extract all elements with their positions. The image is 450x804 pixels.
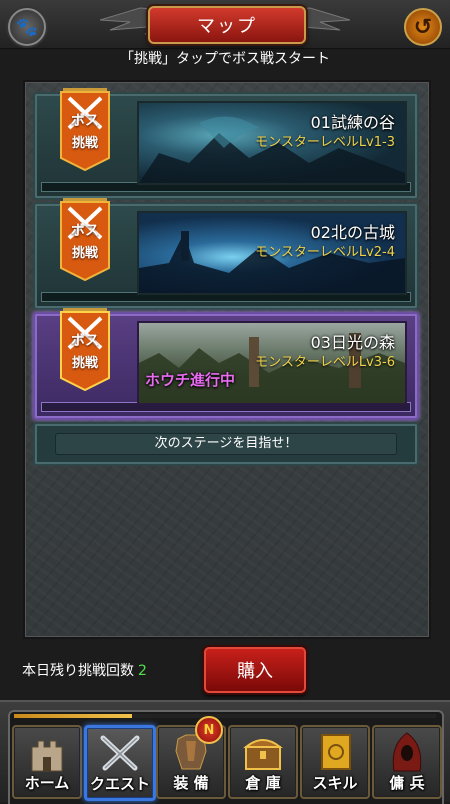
page-title-text: マップ bbox=[197, 16, 257, 37]
badge-boss-label: ボス bbox=[71, 113, 99, 129]
nav-home[interactable]: ホーム bbox=[12, 725, 82, 799]
stage-card-03[interactable]: 03日光の森 モンスターレベルLv3-6 ホウチ進行中 ボス 挑戦 bbox=[33, 308, 419, 420]
treasure-chest-icon bbox=[243, 739, 283, 770]
stage-level: モンスターレベルLv3-6 bbox=[255, 355, 395, 370]
badge-challenge-label: 挑戦 bbox=[71, 246, 98, 261]
nav-storage[interactable]: 倉 庫 bbox=[228, 725, 298, 799]
nav-quest[interactable]: クエスト bbox=[84, 725, 156, 801]
nav-progress-bar bbox=[14, 714, 436, 718]
nav-progress-fill bbox=[14, 714, 133, 718]
badge-challenge-label: 挑戦 bbox=[71, 356, 98, 371]
nav-label: 装 備 bbox=[173, 774, 209, 792]
next-stage-bar: 次のステージを目指せ！ bbox=[33, 422, 419, 466]
back-arrow-icon: ↺ bbox=[413, 14, 433, 40]
stage-level: モンスターレベルLv1-3 bbox=[255, 135, 395, 150]
boss-banner-icon bbox=[60, 198, 110, 282]
stage-scene-image: 03日光の森 モンスターレベルLv3-6 ホウチ進行中 bbox=[137, 321, 407, 405]
new-badge-text: N bbox=[203, 722, 215, 738]
stage-name: 01試練の谷 bbox=[310, 113, 395, 132]
remaining-label: 本日残り挑戦回数 bbox=[22, 663, 134, 679]
back-button[interactable]: ↺ bbox=[404, 8, 442, 46]
boss-challenge-badge[interactable]: ボス 挑戦 bbox=[55, 88, 115, 172]
remaining-count: 2 bbox=[138, 663, 147, 679]
buy-button[interactable]: 購入 bbox=[204, 647, 306, 693]
paw-icon: 🐾 bbox=[15, 16, 39, 38]
stage-scene-image: 01試練の谷 モンスターレベルLv1-3 bbox=[137, 101, 407, 185]
boss-banner-icon bbox=[60, 88, 110, 172]
paw-menu-button[interactable]: 🐾 bbox=[8, 8, 46, 46]
stage-name: 02北の古城 bbox=[310, 223, 395, 242]
nav-label: 倉 庫 bbox=[245, 774, 281, 792]
remaining-challenges: 本日残り挑戦回数 2 bbox=[22, 660, 147, 680]
stage-card-02[interactable]: 02北の古城 モンスターレベルLv2-4 ボス 挑戦 bbox=[33, 198, 419, 310]
skill-book-icon bbox=[321, 734, 351, 770]
nav-mercenary[interactable]: 傭 兵 bbox=[372, 725, 442, 799]
new-notification-badge: N bbox=[195, 716, 223, 744]
badge-challenge-label: 挑戦 bbox=[71, 136, 98, 151]
stage-progress-status: ホウチ進行中 bbox=[145, 371, 236, 389]
nav-label: 傭 兵 bbox=[389, 774, 425, 792]
home-castle-icon bbox=[31, 740, 63, 772]
stage-level: モンスターレベルLv2-4 bbox=[255, 245, 395, 260]
boss-hint-text: 「挑戦」タップでボス戦スタート bbox=[120, 51, 330, 67]
boss-challenge-badge[interactable]: ボス 挑戦 bbox=[55, 308, 115, 392]
page-title: マップ bbox=[148, 6, 306, 44]
stage-scene-image: 02北の古城 モンスターレベルLv2-4 bbox=[137, 211, 407, 295]
nav-skill[interactable]: スキル bbox=[300, 725, 370, 799]
boss-challenge-badge[interactable]: ボス 挑戦 bbox=[55, 198, 115, 282]
nav-label: ホーム bbox=[24, 774, 70, 792]
hooded-mercenary-icon bbox=[392, 732, 422, 772]
nav-label: クエスト bbox=[89, 775, 150, 793]
buy-label: 購入 bbox=[237, 661, 273, 682]
stage-card-01[interactable]: 01試練の谷 モンスターレベルLv1-3 ボス 挑戦 bbox=[33, 88, 419, 200]
stage-name: 03日光の森 bbox=[310, 333, 395, 352]
badge-boss-label: ボス bbox=[71, 223, 99, 239]
boss-banner-icon bbox=[60, 308, 110, 392]
badge-boss-label: ボス bbox=[71, 333, 99, 349]
nav-label: スキル bbox=[312, 774, 358, 792]
next-stage-text: 次のステージを目指せ！ bbox=[55, 433, 397, 455]
crossed-swords-icon bbox=[100, 735, 140, 771]
